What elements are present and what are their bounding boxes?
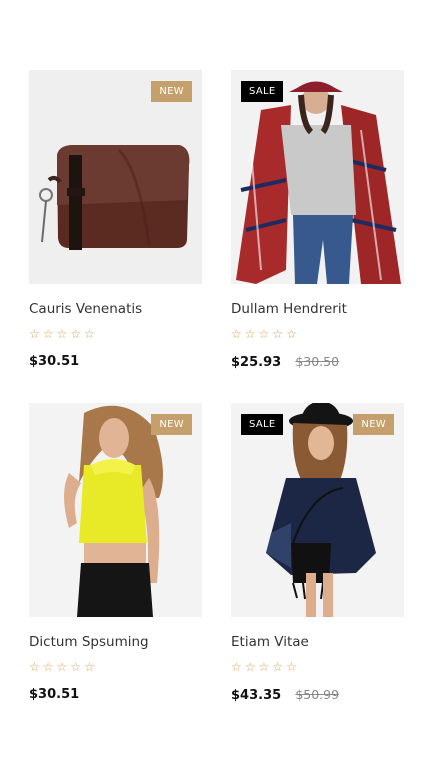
star-outline-icon: ☆ bbox=[244, 660, 256, 674]
star-outline-icon: ☆ bbox=[258, 327, 270, 341]
price-row: $30.51 bbox=[29, 353, 202, 371]
star-outline-icon: ☆ bbox=[84, 660, 95, 674]
star-outline-icon: ☆ bbox=[56, 327, 68, 341]
price: $30.51 bbox=[29, 354, 80, 369]
new-badge: NEW bbox=[151, 81, 192, 102]
product-image-1[interactable]: NEW bbox=[29, 70, 202, 284]
rating-stars: ☆ ☆ ☆ ☆ ☆ bbox=[231, 660, 404, 674]
product-card-2[interactable]: SALE Dullam Hendrerit ☆ ☆ ☆ ☆ ☆ $25.93 $… bbox=[231, 70, 404, 372]
product-card-1[interactable]: NEW Cauris Venenatis ☆ ☆ ☆ ☆ ☆ $30.51 bbox=[29, 70, 202, 371]
price: $43.35 bbox=[231, 688, 282, 703]
rating-stars: ☆ ☆ ☆ ☆ ☆ bbox=[29, 660, 202, 674]
star-outline-icon: ☆ bbox=[272, 327, 284, 341]
star-outline-icon: ☆ bbox=[286, 660, 297, 674]
sale-badge: SALE bbox=[241, 81, 284, 102]
price-row: $43.35 $50.99 bbox=[231, 686, 404, 705]
star-outline-icon: ☆ bbox=[231, 327, 242, 341]
star-outline-icon: ☆ bbox=[286, 327, 297, 341]
new-badge: NEW bbox=[151, 414, 192, 435]
price-row: $25.93 $30.50 bbox=[231, 353, 404, 372]
old-price: $50.99 bbox=[295, 687, 340, 702]
old-price: $30.50 bbox=[295, 354, 340, 369]
star-outline-icon: ☆ bbox=[84, 327, 95, 341]
star-outline-icon: ☆ bbox=[70, 327, 82, 341]
model-navy-poncho-image bbox=[231, 403, 404, 617]
price: $30.51 bbox=[29, 687, 80, 702]
bag-image bbox=[29, 70, 202, 284]
star-outline-icon: ☆ bbox=[70, 660, 82, 674]
product-image-3[interactable]: NEW bbox=[29, 403, 202, 617]
rating-stars: ☆ ☆ ☆ ☆ ☆ bbox=[29, 327, 202, 341]
model-with-scarf-image bbox=[231, 70, 404, 284]
star-outline-icon: ☆ bbox=[42, 660, 54, 674]
product-card-4[interactable]: SALE NEW Etiam Vitae ☆ ☆ ☆ ☆ ☆ $43.35 $5… bbox=[231, 403, 404, 705]
price-row: $30.51 bbox=[29, 686, 202, 704]
price: $25.93 bbox=[231, 355, 282, 370]
model-yellow-top-image bbox=[29, 403, 202, 617]
new-badge: NEW bbox=[353, 414, 394, 435]
product-title[interactable]: Etiam Vitae bbox=[231, 633, 404, 651]
rating-stars: ☆ ☆ ☆ ☆ ☆ bbox=[231, 327, 404, 341]
star-outline-icon: ☆ bbox=[29, 660, 40, 674]
product-image-4[interactable]: SALE NEW bbox=[231, 403, 404, 617]
product-title[interactable]: Dullam Hendrerit bbox=[231, 300, 404, 318]
star-outline-icon: ☆ bbox=[272, 660, 284, 674]
product-image-2[interactable]: SALE bbox=[231, 70, 404, 284]
star-outline-icon: ☆ bbox=[56, 660, 68, 674]
star-outline-icon: ☆ bbox=[42, 327, 54, 341]
star-outline-icon: ☆ bbox=[231, 660, 242, 674]
product-title[interactable]: Dictum Spsuming bbox=[29, 633, 202, 651]
sale-badge: SALE bbox=[241, 414, 284, 435]
product-card-3[interactable]: NEW Dictum Spsuming ☆ ☆ ☆ ☆ ☆ $30.51 bbox=[29, 403, 202, 704]
star-outline-icon: ☆ bbox=[244, 327, 256, 341]
star-outline-icon: ☆ bbox=[258, 660, 270, 674]
product-title[interactable]: Cauris Venenatis bbox=[29, 300, 202, 318]
star-outline-icon: ☆ bbox=[29, 327, 40, 341]
